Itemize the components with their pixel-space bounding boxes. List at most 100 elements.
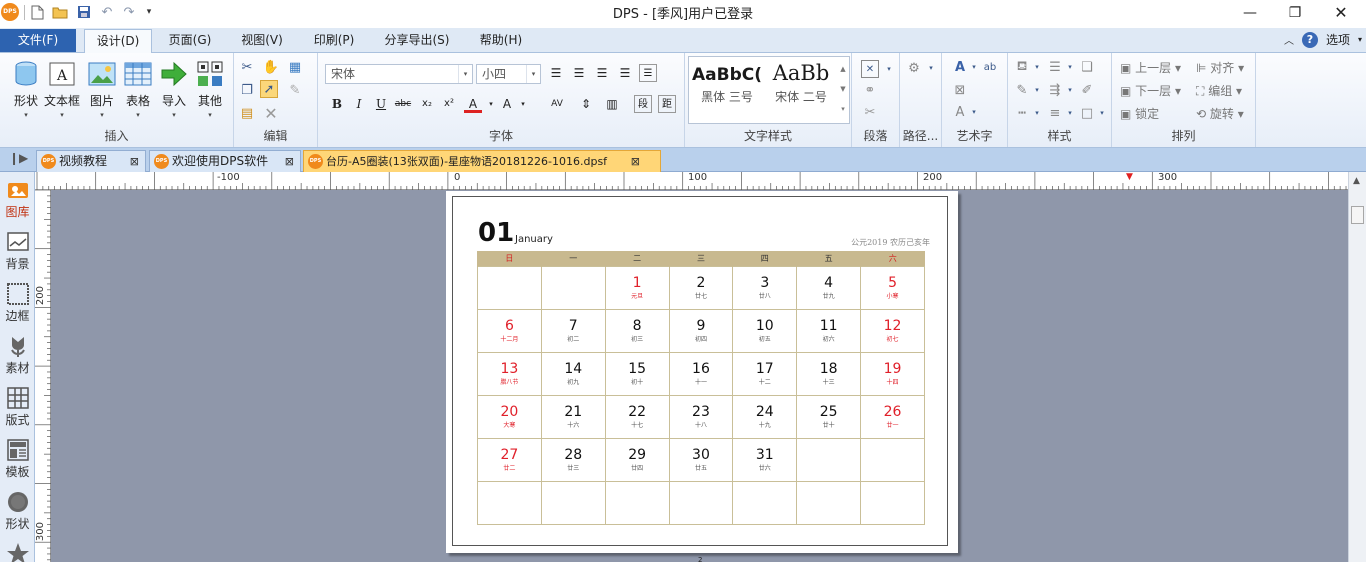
calendar-grid[interactable]: 日一二三四五六 1 元旦 2 廿七 3 廿八 4 廿九 5 小寒 6 十二月 7 初二 8 初三 9 初四 10 初五…: [477, 251, 925, 525]
calendar-day-cell[interactable]: 24 十九: [732, 394, 798, 439]
align-center-icon[interactable]: ☰: [570, 64, 588, 82]
calendar-day-cell[interactable]: 30 廿五: [668, 437, 734, 482]
calendar-empty-cell[interactable]: [477, 265, 542, 310]
unlink-icon[interactable]: ✂: [861, 103, 879, 121]
calendar-day-cell[interactable]: 11 初六: [796, 308, 862, 353]
chevron-down-icon[interactable]: ▾: [1061, 81, 1079, 99]
tab-help[interactable]: 帮助(H): [470, 29, 532, 53]
text-style-songti[interactable]: AaBb 宋体 二号: [765, 59, 837, 121]
file-menu-button[interactable]: 文件(F): [0, 29, 76, 52]
panel-item-shape[interactable]: 形状: [0, 486, 35, 538]
calendar-day-cell[interactable]: 16 十一: [668, 351, 734, 396]
paragraph-indent-icon[interactable]: 段: [634, 95, 652, 113]
superscript-button[interactable]: x²: [440, 95, 458, 113]
char-spacing-icon[interactable]: AV: [548, 95, 566, 113]
panel-item-star[interactable]: [0, 538, 35, 562]
chevron-down-icon[interactable]: ▾: [1028, 81, 1046, 99]
doc-tab-calendar[interactable]: DPS 台历-A5圈装(13张双面)-星座物语20181226-1016.dps…: [303, 150, 661, 172]
month-name[interactable]: January: [515, 234, 553, 245]
select-pointer-icon[interactable]: ➚: [260, 80, 278, 98]
calendar-day-cell[interactable]: 20 大寒: [477, 394, 542, 439]
doc-tab-video-tutorial[interactable]: DPS 视频教程 ⊠: [36, 150, 146, 172]
calendar-day-cell[interactable]: 3 廿八: [732, 265, 798, 310]
calendar-empty-cell[interactable]: [796, 480, 862, 525]
panel-item-template[interactable]: 模板: [0, 434, 35, 486]
chevron-down-icon[interactable]: ▾: [1061, 104, 1079, 122]
maximize-button[interactable]: ❐: [1278, 2, 1312, 24]
paste-icon[interactable]: ▤: [238, 104, 256, 122]
copy-icon[interactable]: ❐: [238, 81, 256, 99]
gallery-scroll-icon[interactable]: ▲ ▼ ▾: [838, 59, 848, 119]
calendar-empty-cell[interactable]: [860, 437, 925, 482]
calendar-day-cell[interactable]: 9 初四: [668, 308, 734, 353]
insert-shape-button[interactable]: 形状 ▾: [8, 59, 44, 119]
paragraph-spacing-icon[interactable]: 距: [658, 95, 676, 113]
calendar-day-cell[interactable]: 19 十四: [860, 351, 925, 396]
options-menu[interactable]: 选项: [1326, 31, 1350, 48]
italic-button[interactable]: I: [350, 95, 368, 113]
tab-print[interactable]: 印刷(P): [304, 29, 364, 53]
calendar-empty-cell[interactable]: [477, 480, 542, 525]
scroll-thumb[interactable]: [1351, 206, 1364, 224]
chevron-down-icon[interactable]: ▾: [1028, 58, 1046, 76]
panel-item-gallery[interactable]: 图库: [0, 174, 35, 226]
align-button[interactable]: ⊫ 对齐 ▾: [1196, 59, 1244, 76]
calendar-day-cell[interactable]: 28 廿三: [540, 437, 606, 482]
justify-icon[interactable]: ☰: [616, 64, 634, 82]
calendar-day-cell[interactable]: 15 初十: [604, 351, 670, 396]
chevron-down-icon[interactable]: ▾: [1061, 58, 1079, 76]
calendar-day-cell[interactable]: 31 廿六: [732, 437, 798, 482]
calendar-empty-cell[interactable]: [540, 480, 606, 525]
align-left-icon[interactable]: ☰: [547, 64, 565, 82]
columns-icon[interactable]: ▥: [603, 95, 621, 113]
vertical-scrollbar[interactable]: ▲: [1348, 172, 1366, 562]
lock-button[interactable]: ▣ 锁定: [1120, 105, 1159, 122]
close-tab-icon[interactable]: ⊠: [130, 151, 139, 172]
align-right-icon[interactable]: ☰: [593, 64, 611, 82]
calendar-day-cell[interactable]: 12 初七: [860, 308, 925, 353]
calendar-day-cell[interactable]: 5 小寒: [860, 265, 925, 310]
calendar-empty-cell[interactable]: [540, 265, 606, 310]
tab-design[interactable]: 设计(D): [84, 29, 152, 53]
insert-other-button[interactable]: 其他 ▾: [192, 59, 228, 119]
month-number[interactable]: 01: [478, 218, 514, 248]
calendar-day-cell[interactable]: 22 十七: [604, 394, 670, 439]
calendar-day-cell[interactable]: 14 初九: [540, 351, 606, 396]
vertical-ruler[interactable]: 200 300: [35, 190, 51, 562]
gear-settings-icon[interactable]: ⚙: [905, 59, 923, 77]
calendar-day-cell[interactable]: 4 廿九: [796, 265, 862, 310]
distribute-icon[interactable]: ☰: [639, 64, 657, 82]
tab-share-export[interactable]: 分享导出(S): [376, 29, 458, 53]
calendar-empty-cell[interactable]: [732, 480, 798, 525]
import-button[interactable]: 导入 ▾: [156, 59, 192, 119]
chevron-down-icon[interactable]: ▾: [1093, 104, 1111, 122]
font-size-select[interactable]: 小四 ▾: [476, 64, 541, 84]
calendar-day-cell[interactable]: 23 十八: [668, 394, 734, 439]
calendar-day-cell[interactable]: 7 初二: [540, 308, 606, 353]
paragraph-box-icon[interactable]: ✕: [861, 60, 879, 78]
bring-forward-button[interactable]: ▣ 上一层 ▾: [1120, 59, 1181, 76]
vertical-text-icon[interactable]: ab: [981, 58, 999, 76]
format-painter-icon[interactable]: ✎: [286, 81, 304, 99]
hand-pan-icon[interactable]: ✋: [262, 58, 280, 76]
calendar-day-cell[interactable]: 27 廿二: [477, 437, 542, 482]
calendar-empty-cell[interactable]: [796, 437, 862, 482]
link-chain-icon[interactable]: ⚭: [861, 81, 879, 99]
brush-icon[interactable]: ✐: [1078, 81, 1096, 99]
chevron-down-icon[interactable]: ▾: [922, 59, 940, 77]
calendar-day-cell[interactable]: 26 廿一: [860, 394, 925, 439]
calendar-day-cell[interactable]: 17 十二: [732, 351, 798, 396]
chevron-down-icon[interactable]: ▾: [965, 103, 983, 121]
strikethrough-button[interactable]: abc: [394, 95, 412, 113]
chevron-down-icon[interactable]: ▾: [514, 95, 532, 113]
insert-table-button[interactable]: 表格 ▾: [120, 59, 156, 119]
rotate-button[interactable]: ⟲ 旋转 ▾: [1196, 105, 1244, 122]
tab-page[interactable]: 页面(G): [160, 29, 220, 53]
text-effect-icon[interactable]: ⊠: [951, 81, 969, 99]
send-backward-button[interactable]: ▣ 下一层 ▾: [1120, 82, 1181, 99]
text-style-heiti[interactable]: AaBbC( 黑体 三号: [691, 59, 763, 121]
layers-icon[interactable]: ❑: [1078, 58, 1096, 76]
tab-view[interactable]: 视图(V): [232, 29, 292, 53]
panel-toggle-icon[interactable]: ❙▶: [9, 151, 28, 165]
panel-item-layout[interactable]: 版式: [0, 382, 35, 434]
